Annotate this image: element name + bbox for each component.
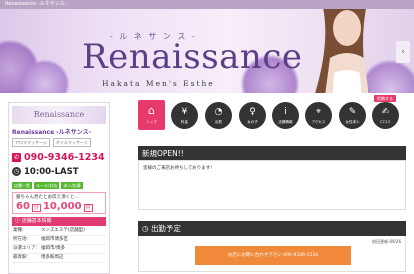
schedule-clock-icon: ◷ xyxy=(142,224,151,233)
slider-next-icon[interactable]: ‹ xyxy=(396,41,410,63)
post-badge[interactable]: 投稿する xyxy=(374,95,396,102)
nav-label: トップ xyxy=(146,120,157,124)
table-row: 派遣エリア: 福岡市/博多 xyxy=(12,244,106,254)
promo-minutes-unit: 分 xyxy=(31,204,41,212)
nav-label: 口コミ xyxy=(380,120,391,124)
map-pin-icon: ⌖ xyxy=(315,107,322,117)
shop-name: Renaissance -ルネサンス- xyxy=(12,129,92,136)
rules-button[interactable]: ルール/お店 xyxy=(34,182,60,189)
nav-girls-button[interactable]: ♀ 女の子 xyxy=(239,102,266,129)
info-value: 福岡市/博多 xyxy=(40,244,106,254)
news-text: 皆様のご来店お待ちしております! xyxy=(143,166,213,171)
model-photo xyxy=(315,9,370,93)
nav-label: 女性求人 xyxy=(345,120,360,124)
nav-shopinfo-button[interactable]: i 店舗情報 xyxy=(272,102,299,129)
nav-label: アクセス xyxy=(311,120,326,124)
schedule-updated: 前回更新:09/26 xyxy=(372,239,401,244)
nav-price-button[interactable]: ¥ 料金 xyxy=(171,102,198,129)
promo-price-unit: 円 xyxy=(83,204,93,212)
info-value: 博多駅周辺 xyxy=(40,253,106,263)
business-hours: 10:00-LAST xyxy=(24,166,79,177)
info-value: メンズエステ(店舗型) xyxy=(40,227,106,236)
main-nav: ⌂ トップ ¥ 料金 ◔ 出勤 ♀ 女の子 i 店舗情報 ⌖ アクセス ✎ 女性… xyxy=(138,95,408,132)
phone-icon: ✆ xyxy=(12,152,21,162)
contact-button[interactable]: お店にお問い合わせ下さい 090-9346-1234 xyxy=(195,246,351,265)
recruit-button[interactable]: 求人/応募 xyxy=(61,182,83,189)
promo-price: 60 分 10,000 円 xyxy=(16,201,102,212)
news-title: 新規OPEN!! xyxy=(142,149,184,158)
promo-price-value: 10,000 xyxy=(42,201,82,212)
hero-subtitle: Hakata Men's Esthe xyxy=(102,79,215,88)
table-row: 最寄駅: 博多駅周辺 xyxy=(12,253,106,263)
news-heading: 新規OPEN!! xyxy=(138,146,406,161)
recruit-icon: ✎ xyxy=(348,107,357,117)
contact-label: お店にお問い合わせ下さい 090-9346-1234 xyxy=(227,253,319,258)
info-value: 福岡市博多区 xyxy=(40,235,106,245)
shop-list-button[interactable]: 店舗一覧 xyxy=(12,182,32,189)
sidebar-buttons: 店舗一覧 ルール/お店 求人/応募 xyxy=(12,182,106,189)
news-body: 皆様のご来店お待ちしております! xyxy=(138,160,406,210)
clock-icon: ◔ xyxy=(214,107,223,117)
table-row: 業種: メンズエステ(店舗型) xyxy=(12,227,106,236)
promo-box: 銀ちゃん見たとお伝え頂くと… 60 分 10,000 円 xyxy=(12,192,106,214)
info-table: 業種: メンズエステ(店舗型) 所在地: 福岡市博多区 派遣エリア: 福岡市/博多 最… xyxy=(12,227,106,263)
info-title: 店舗基本情報 xyxy=(21,218,52,224)
nav-label: 料金 xyxy=(181,120,188,124)
phone-number[interactable]: 090-9346-1234 xyxy=(24,152,105,163)
info-icon: ⓘ xyxy=(15,218,22,224)
pen-icon: ✍ xyxy=(381,107,390,117)
schedule-title: 出勤予定 xyxy=(150,224,181,233)
nav-home-button[interactable]: ⌂ トップ xyxy=(138,100,165,130)
nav-schedule-button[interactable]: ◔ 出勤 xyxy=(205,102,232,129)
nav-recruit-button[interactable]: ✎ 女性求人 xyxy=(339,102,366,129)
info-icon: i xyxy=(284,107,287,117)
girl-icon: ♀ xyxy=(249,107,256,117)
info-heading: ⓘ 店舗基本情報 xyxy=(12,217,106,226)
nav-label: 店舗情報 xyxy=(278,120,293,124)
home-icon: ⌂ xyxy=(148,104,155,117)
promo-text: 銀ちゃん見たとお伝え頂くと… xyxy=(16,195,79,200)
nav-access-button[interactable]: ⌖ アクセス xyxy=(305,102,332,129)
hours-row: ◷ 10:00-LAST xyxy=(12,166,106,177)
nav-review-button[interactable]: ✍ 口コミ xyxy=(372,102,399,129)
hero-title: Renaissance xyxy=(82,37,303,77)
hero-banner: - ル ネ サ ン ス - Renaissance Hakata Men's E… xyxy=(0,9,414,93)
promo-minutes: 60 xyxy=(16,201,30,212)
genre-tags: アロママッサージ オイルマッサージ xyxy=(12,138,106,147)
genre-tag[interactable]: アロママッサージ xyxy=(12,138,50,147)
clock-icon: ◷ xyxy=(12,167,21,176)
genre-tag[interactable]: オイルマッサージ xyxy=(52,138,91,147)
schedule-body: 前回更新:09/26 お店にお問い合わせ下さい 090-9346-1234 xyxy=(138,236,406,272)
table-row: 所在地: 福岡市博多区 xyxy=(12,235,106,245)
info-key: 業種: xyxy=(12,227,40,236)
sidebar-panel: Renaissance Renaissance -ルネサンス- アロママッサージ… xyxy=(8,102,110,274)
info-key: 最寄駅: xyxy=(12,253,40,263)
nav-label: 出勤 xyxy=(215,120,222,124)
topbar-title: Renaissance -ルネサンス- xyxy=(5,1,67,7)
schedule-heading: ◷ 出勤予定 xyxy=(138,221,406,236)
yen-icon: ¥ xyxy=(181,107,188,117)
sidebar-logo: Renaissance xyxy=(12,106,106,124)
phone-row[interactable]: ✆ 090-9346-1234 xyxy=(12,151,106,163)
site-topbar: Renaissance -ルネサンス- xyxy=(0,0,414,9)
info-key: 派遣エリア: xyxy=(12,244,40,254)
info-key: 所在地: xyxy=(12,235,40,245)
nav-label: 女の子 xyxy=(247,120,258,124)
